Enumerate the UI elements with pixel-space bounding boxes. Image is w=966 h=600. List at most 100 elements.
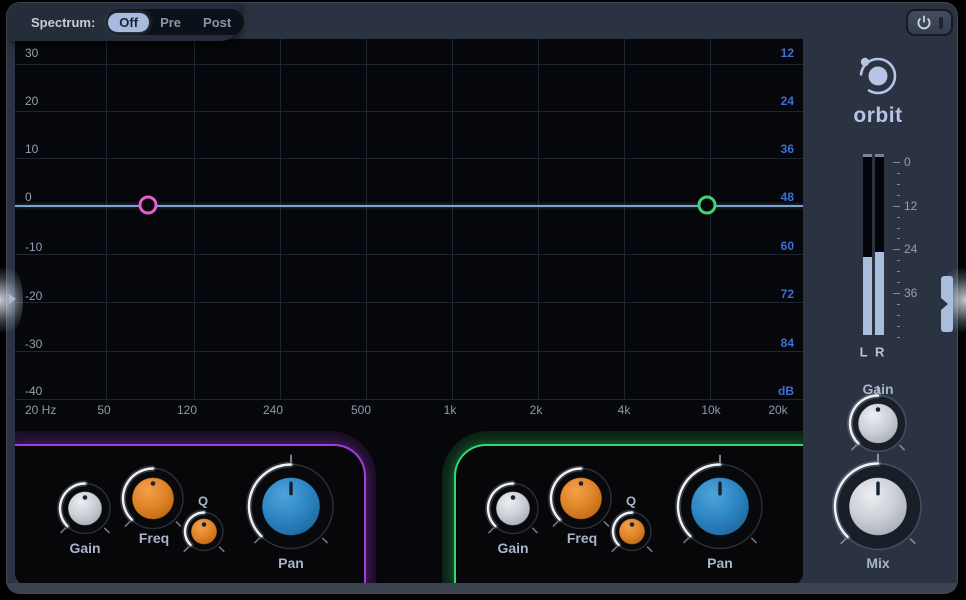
meter-scale-label: 24 [904,242,917,256]
right-drawer-notch-icon [941,298,948,310]
meter-tick [897,238,900,239]
band1-q-label: Q [198,494,208,509]
spectrum-option-post[interactable]: Post [192,13,242,32]
grid-hline [15,302,803,303]
spectrum-toolbar: Spectrum: OffPrePost [7,3,239,41]
freq-axis-label: 2k [530,403,543,417]
grid-hline [15,111,803,112]
band1-pan-knob[interactable] [237,453,345,566]
db-axis-label: 10 [25,142,38,156]
db-axis-label: -20 [25,289,42,303]
grid-vline [452,39,453,399]
eq-main-area: 30 20 10 0 -10 -20 -30 -40 12 24 36 48 60 72 84 dB 20 Hz… [15,39,803,585]
freq-axis-label: 120 [177,403,197,417]
grid-vline [710,39,711,399]
db-axis-label: 20 [25,94,38,108]
freq-axis-label: 10k [701,403,720,417]
meter-tick [893,293,900,294]
zero-db-line [15,205,803,207]
spectrum-axis-label: 60 [781,239,794,253]
meter-tick [893,162,900,163]
meter-tick [897,315,900,316]
grid-hline [15,158,803,159]
freq-axis-label: 240 [263,403,283,417]
power-state-bar [939,17,943,29]
spectrum-option-off[interactable]: Off [108,13,149,32]
meter-tick [897,271,900,272]
spectrum-option-pre[interactable]: Pre [149,13,192,32]
spectrum-axis-label: 72 [781,287,794,301]
grid-vline [366,39,367,399]
grid-hline [15,254,803,255]
meter-right [875,154,884,335]
eq-node-band2[interactable] [698,196,717,215]
grid-vline [106,39,107,399]
meter-tick [897,326,900,327]
freq-axis-label: 1k [444,403,457,417]
meter-left [863,154,872,335]
grid-hline [15,399,803,400]
meter-right-cap [875,154,884,157]
spectrum-toggle[interactable]: OffPrePost [106,9,244,35]
band2-q-label: Q [626,494,636,509]
spectrum-axis-label: 84 [781,336,794,350]
meter-left-fill [863,257,872,335]
freq-axis-label: 500 [351,403,371,417]
left-drawer-handle[interactable] [9,294,16,304]
window-bottom-frame [7,583,957,593]
spectrum-axis-label: 12 [781,46,794,60]
grid-vline [538,39,539,399]
meter-right-fill [875,252,884,335]
band2-gain-label: Gain [497,540,528,556]
band1-pan-label: Pan [278,555,304,571]
freq-axis-label: 20 Hz [25,403,56,417]
meter-tick [893,206,900,207]
grid-vline [280,39,281,399]
mix-knob[interactable] [823,452,933,567]
band1-gain-label: Gain [69,540,100,556]
meter-left-cap [863,154,872,157]
power-icon [916,15,932,31]
db-axis-label: -30 [25,337,42,351]
meter-scale-label: 36 [904,286,917,300]
band2-pan-label: Pan [707,555,733,571]
meter-scale-label: 12 [904,199,917,213]
meter-tick [897,217,900,218]
spectrum-label: Spectrum: [31,15,95,30]
plugin-screenshot: 30 20 10 0 -10 -20 -30 -40 12 24 36 48 60 72 84 dB 20 Hz… [0,0,966,600]
spectrum-axis-label: 24 [781,94,794,108]
meter-tick [897,173,900,174]
band1-q-knob[interactable] [173,501,235,568]
spectrum-axis-label: dB [778,384,794,398]
plugin-name: orbit [853,104,902,128]
meter-tick [897,195,900,196]
meter-tick [897,337,900,338]
meter-tick [897,260,900,261]
db-axis-label: -40 [25,384,42,398]
grid-hline [15,351,803,352]
meter-tick [897,228,900,229]
meter-tick [897,184,900,185]
meter-channel-labels: L R [860,345,887,360]
grid-vline [624,39,625,399]
freq-axis-label: 20k [768,403,787,417]
spectrum-axis-label: 36 [781,142,794,156]
freq-axis-label: 50 [97,403,110,417]
spectrum-axis-label: 48 [781,190,794,204]
db-axis-label: 30 [25,46,38,60]
eq-node-band1[interactable] [139,196,158,215]
plugin-window: 30 20 10 0 -10 -20 -30 -40 12 24 36 48 60 72 84 dB 20 Hz… [6,2,958,594]
orbit-logo-icon [854,52,902,100]
band2-pan-knob[interactable] [666,453,774,566]
meter-scale-label: 0 [904,155,911,169]
db-axis-label: -10 [25,240,42,254]
grid-hline [15,64,803,65]
power-button[interactable] [906,9,953,36]
meter-tick [897,304,900,305]
db-axis-label: 0 [25,190,32,204]
freq-axis-label: 4k [618,403,631,417]
band1-freq-label: Freq [139,530,169,546]
meter-tick [893,249,900,250]
band2-freq-label: Freq [567,530,597,546]
band2-q-knob[interactable] [601,501,663,568]
